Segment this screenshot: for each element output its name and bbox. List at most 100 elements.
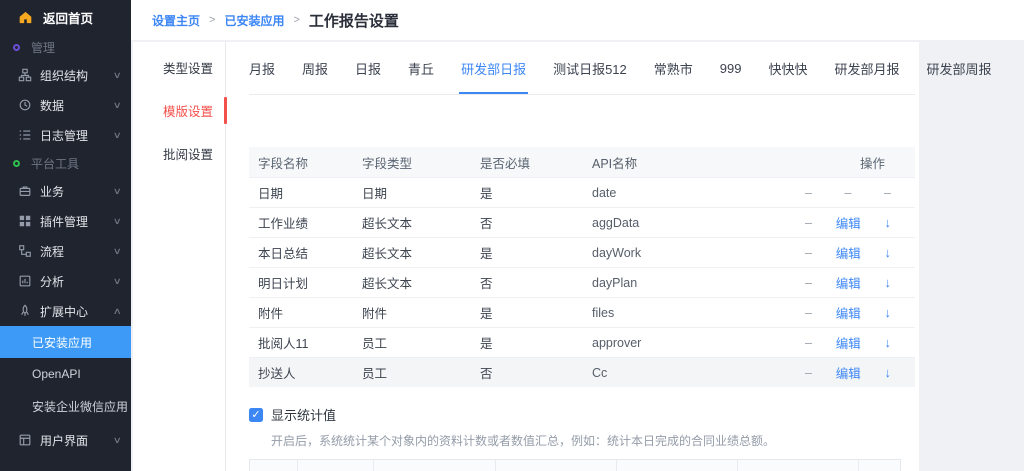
cell-field-name: 本日总结 (249, 243, 353, 262)
sidebar-item-plugin-management[interactable]: 插件管理 ∨ (0, 206, 131, 236)
menu-item-type-settings[interactable]: 类型设置 (133, 46, 225, 89)
sidebar: 返回首页 管理 组织结构 ∨ 数据 ∨ 日志管理 ∨ 平台工具 业务 ∨ 插件管… (0, 0, 131, 471)
op-placeholder: – (884, 186, 891, 200)
col-header-api-name: API名称 (583, 153, 805, 172)
op-placeholder: – (805, 306, 812, 320)
cell-field-name: 日期 (249, 183, 353, 202)
briefcase-icon (18, 184, 32, 198)
cell-field-name: 抄送人 (249, 363, 353, 382)
sidebar-subitem-installed-apps[interactable]: 已安装应用 (0, 326, 131, 358)
op-placeholder: – (805, 246, 812, 260)
sidebar-item-label: 分析 (40, 273, 64, 290)
move-down-icon[interactable]: ↓ (885, 245, 892, 260)
cell-required: 否 (471, 213, 583, 232)
cell-field-name: 批阅人11 (249, 333, 353, 352)
edit-link[interactable]: 编辑 (836, 303, 861, 322)
chevron-down-icon: ∨ (113, 186, 122, 197)
cell-field-type: 超长文本 (353, 213, 471, 232)
col-header-field-name: 字段名称 (249, 153, 353, 172)
tab-weekly[interactable]: 周报 (302, 42, 328, 94)
edit-link[interactable]: 编辑 (836, 363, 861, 382)
cell-api-name: files (583, 306, 805, 320)
move-down-icon[interactable]: ↓ (885, 275, 892, 290)
chevron-down-icon: ∨ (113, 130, 122, 141)
log-icon (18, 128, 32, 142)
move-down-icon[interactable]: ↓ (885, 335, 892, 350)
sidebar-item-label: 扩展中心 (40, 303, 88, 320)
menu-item-review-settings[interactable]: 批阅设置 (133, 132, 225, 175)
col-header-actions: 操作 (805, 153, 915, 172)
tab-test-daily-512[interactable]: 测试日报512 (553, 42, 627, 94)
cell-field-type: 员工 (353, 363, 471, 382)
cell-field-name: 明日计划 (249, 273, 353, 292)
stats-table-partial (249, 459, 901, 471)
edit-link[interactable]: 编辑 (836, 273, 861, 292)
sidebar-item-label: 流程 (40, 243, 64, 260)
sidebar-item-analysis[interactable]: 分析 ∨ (0, 266, 131, 296)
menu-item-template-settings[interactable]: 模版设置 (133, 89, 225, 132)
sidebar-subitem-install-wecom-app[interactable]: 安装企业微信应用 (0, 390, 131, 422)
tab-rd-monthly[interactable]: 研发部月报 (835, 42, 900, 94)
tab-monthly[interactable]: 月报 (249, 42, 275, 94)
table-row: 抄送人 员工 否 Cc –编辑↓ (249, 357, 915, 387)
report-tabs: 月报 周报 日报 青丘 研发部日报 测试日报512 常熟市 999 快快快 研发… (249, 42, 915, 95)
chevron-right-icon: > (293, 14, 299, 26)
cell-required: 是 (471, 243, 583, 262)
sidebar-subitem-label: 安装企业微信应用 (32, 398, 128, 415)
platform-ring-icon (13, 160, 20, 167)
cell-required: 否 (471, 363, 583, 382)
sidebar-item-business[interactable]: 业务 ∨ (0, 176, 131, 206)
edit-link[interactable]: 编辑 (836, 213, 861, 232)
back-home-label: 返回首页 (43, 8, 93, 27)
cell-api-name: Cc (583, 366, 805, 380)
cell-field-name: 工作业绩 (249, 213, 353, 232)
edit-link[interactable]: 编辑 (836, 333, 861, 352)
cell-api-name: aggData (583, 216, 805, 230)
page-title: 工作报告设置 (309, 10, 399, 31)
tab-rd-daily[interactable]: 研发部日报 (461, 42, 526, 94)
cell-api-name: date (583, 186, 805, 200)
op-placeholder: – (805, 216, 812, 230)
edit-link[interactable]: 编辑 (836, 243, 861, 262)
sidebar-item-user-interface[interactable]: 用户界面 ∨ (0, 425, 131, 455)
tab-changshu[interactable]: 常熟市 (654, 42, 693, 94)
show-stats-checkbox[interactable]: ✓ (249, 408, 263, 422)
sidebar-item-label: 用户界面 (40, 432, 88, 449)
tab-kuaikuaikuai[interactable]: 快快快 (769, 42, 808, 94)
move-down-icon[interactable]: ↓ (885, 305, 892, 320)
table-row: 明日计划 超长文本 否 dayPlan –编辑↓ (249, 267, 915, 297)
tab-qingqiu[interactable]: 青丘 (408, 42, 434, 94)
sidebar-item-flow[interactable]: 流程 ∨ (0, 236, 131, 266)
org-structure-icon (18, 68, 32, 82)
cell-field-type: 超长文本 (353, 243, 471, 262)
sidebar-item-data[interactable]: 数据 ∨ (0, 90, 131, 120)
move-down-icon[interactable]: ↓ (885, 215, 892, 230)
chevron-down-icon: ∨ (113, 100, 122, 111)
sidebar-item-label: 日志管理 (40, 127, 88, 144)
breadcrumb-settings-home[interactable]: 设置主页 (152, 12, 200, 29)
tab-daily[interactable]: 日报 (355, 42, 381, 94)
op-placeholder: – (805, 276, 812, 290)
sidebar-item-label: 插件管理 (40, 213, 88, 230)
cell-required: 是 (471, 303, 583, 322)
move-down-icon[interactable]: ↓ (885, 365, 892, 380)
col-header-required: 是否必填 (471, 153, 583, 172)
tab-999[interactable]: 999 (720, 42, 742, 94)
admin-ring-icon (13, 44, 20, 51)
chevron-down-icon: ∨ (113, 435, 122, 446)
sidebar-subitem-label: OpenAPI (32, 367, 81, 381)
sidebar-subitem-label: 已安装应用 (32, 334, 92, 351)
back-home-button[interactable]: 返回首页 (0, 0, 131, 34)
sidebar-section-label: 管理 (31, 39, 55, 56)
chart-icon (18, 274, 32, 288)
tab-rd-weekly[interactable]: 研发部周报 (927, 42, 992, 94)
rocket-icon (18, 304, 32, 318)
sidebar-subitem-openapi[interactable]: OpenAPI (0, 358, 131, 390)
stats-description: 开启后，系统统计某个对象内的资料计数或者数值汇总，例如：统计本日完成的合同业绩总… (249, 432, 915, 449)
breadcrumb-installed-apps[interactable]: 已安装应用 (224, 12, 284, 29)
sidebar-item-extension-center[interactable]: 扩展中心 ∧ (0, 296, 131, 326)
template-panel: 月报 周报 日报 青丘 研发部日报 测试日报512 常熟市 999 快快快 研发… (226, 42, 919, 471)
sidebar-section-admin: 管理 (0, 34, 131, 60)
sidebar-item-org-structure[interactable]: 组织结构 ∨ (0, 60, 131, 90)
sidebar-item-log-management[interactable]: 日志管理 ∨ (0, 120, 131, 150)
